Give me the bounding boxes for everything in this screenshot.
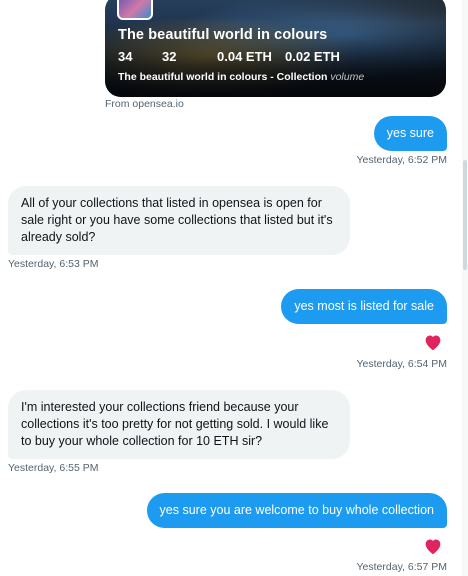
stat-floor: 0.04 ETH: [217, 49, 272, 64]
message-timestamp: Yesterday, 6:55 PM: [8, 462, 99, 474]
preview-subtitle: The beautiful world in colours - Collect…: [118, 71, 364, 83]
scrollbar-thumb[interactable]: [463, 160, 467, 270]
stat-items: 34: [118, 49, 133, 64]
message-text: yes sure: [386, 126, 434, 140]
collection-avatar: [117, 0, 153, 20]
preview-subtitle-faded: volume: [330, 71, 365, 83]
message-text: All of your collections that listed in o…: [21, 196, 333, 244]
message-bubble-outgoing[interactable]: yes most is listed for sale: [281, 289, 447, 324]
message-bubble-incoming[interactable]: All of your collections that listed in o…: [8, 186, 350, 255]
message-text: yes sure you are welcome to buy whole co…: [159, 503, 434, 517]
scrollbar-track[interactable]: [462, 0, 468, 576]
preview-source: From opensea.io: [105, 98, 184, 110]
link-preview-card[interactable]: The beautiful world in colours 34 32 0.0…: [105, 0, 446, 97]
preview-subtitle-text: The beautiful world in colours - Collect…: [118, 71, 328, 83]
message-bubble-outgoing[interactable]: yes sure you are welcome to buy whole co…: [146, 493, 447, 528]
preview-title: The beautiful world in colours: [118, 27, 328, 43]
message-timestamp: Yesterday, 6:52 PM: [356, 154, 447, 166]
message-text: yes most is listed for sale: [294, 299, 434, 313]
message-bubble-incoming[interactable]: I'm interested your collections friend b…: [8, 390, 350, 459]
message-timestamp: Yesterday, 6:53 PM: [8, 258, 99, 270]
message-text: I'm interested your collections friend b…: [21, 400, 329, 448]
message-timestamp: Yesterday, 6:57 PM: [356, 561, 447, 573]
message-bubble-outgoing[interactable]: yes sure: [373, 116, 447, 151]
message-timestamp: Yesterday, 6:54 PM: [356, 358, 447, 370]
stat-volume: 0.02 ETH: [285, 49, 340, 64]
stat-owners: 32: [162, 49, 177, 64]
heart-icon[interactable]: [423, 333, 443, 351]
heart-icon[interactable]: [423, 537, 443, 555]
